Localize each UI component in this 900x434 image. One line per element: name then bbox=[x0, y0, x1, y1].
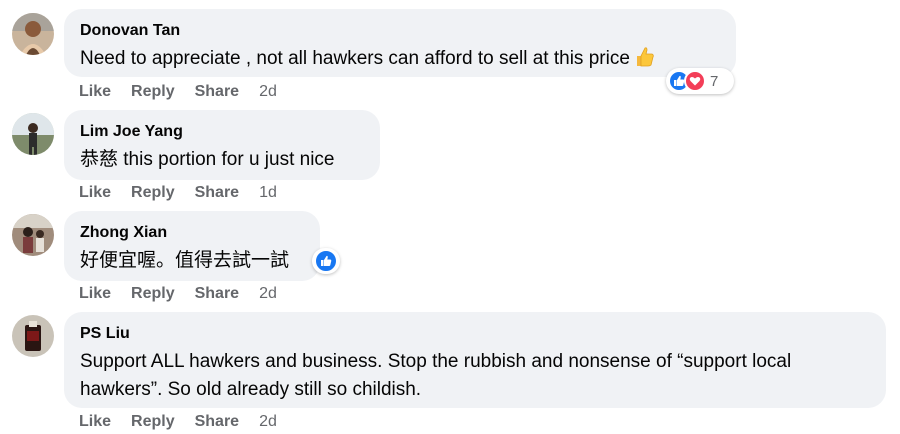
avatar[interactable] bbox=[12, 315, 54, 357]
reactions-summary[interactable] bbox=[312, 248, 340, 274]
like-button[interactable]: Like bbox=[79, 83, 111, 101]
share-button[interactable]: Share bbox=[195, 83, 239, 101]
like-button[interactable]: Like bbox=[79, 413, 111, 431]
comment-author[interactable]: Lim Joe Yang bbox=[80, 122, 366, 142]
share-button[interactable]: Share bbox=[195, 413, 239, 431]
comment-actions: Like Reply Share 2d bbox=[79, 412, 297, 432]
timestamp[interactable]: 2d bbox=[259, 285, 277, 303]
timestamp[interactable]: 2d bbox=[259, 413, 277, 431]
reply-button[interactable]: Reply bbox=[131, 83, 175, 101]
like-button[interactable]: Like bbox=[79, 285, 111, 303]
comment-actions: Like Reply Share 2d bbox=[79, 284, 297, 304]
comment-bubble: PS Liu Support ALL hawkers and business.… bbox=[64, 312, 886, 408]
comment-author[interactable]: Zhong Xian bbox=[80, 223, 306, 243]
share-button[interactable]: Share bbox=[195, 285, 239, 303]
thumbs-up-icon bbox=[634, 46, 654, 77]
reactions-summary[interactable]: 7 bbox=[666, 68, 734, 94]
comment-text: Support ALL hawkers and business. Stop t… bbox=[80, 351, 792, 400]
reply-button[interactable]: Reply bbox=[131, 413, 175, 431]
comment-actions: Like Reply Share 1d bbox=[79, 183, 297, 203]
reply-button[interactable]: Reply bbox=[131, 184, 175, 202]
share-button[interactable]: Share bbox=[195, 184, 239, 202]
timestamp[interactable]: 2d bbox=[259, 83, 277, 101]
comment-bubble: Lim Joe Yang 恭慈 this portion for u just … bbox=[64, 110, 380, 180]
like-icon bbox=[314, 249, 338, 273]
like-button[interactable]: Like bbox=[79, 184, 111, 202]
comment-author[interactable]: PS Liu bbox=[80, 324, 872, 344]
comment-bubble: Zhong Xian 好便宜喔。值得去試一試 bbox=[64, 211, 320, 281]
comment-author[interactable]: Donovan Tan bbox=[80, 21, 722, 41]
avatar[interactable] bbox=[12, 13, 54, 55]
love-icon bbox=[684, 70, 706, 92]
timestamp[interactable]: 1d bbox=[259, 184, 277, 202]
avatar[interactable] bbox=[12, 113, 54, 155]
reaction-count: 7 bbox=[710, 72, 719, 90]
comment-text: 恭慈 this portion for u just nice bbox=[80, 149, 335, 170]
reply-button[interactable]: Reply bbox=[131, 285, 175, 303]
comment-actions: Like Reply Share 2d bbox=[79, 82, 297, 102]
comment-text: 好便宜喔。值得去試一試 bbox=[80, 250, 290, 271]
comment-bubble: Donovan Tan Need to appreciate , not all… bbox=[64, 9, 736, 77]
comment-text: Need to appreciate , not all hawkers can… bbox=[80, 45, 722, 77]
avatar[interactable] bbox=[12, 214, 54, 256]
